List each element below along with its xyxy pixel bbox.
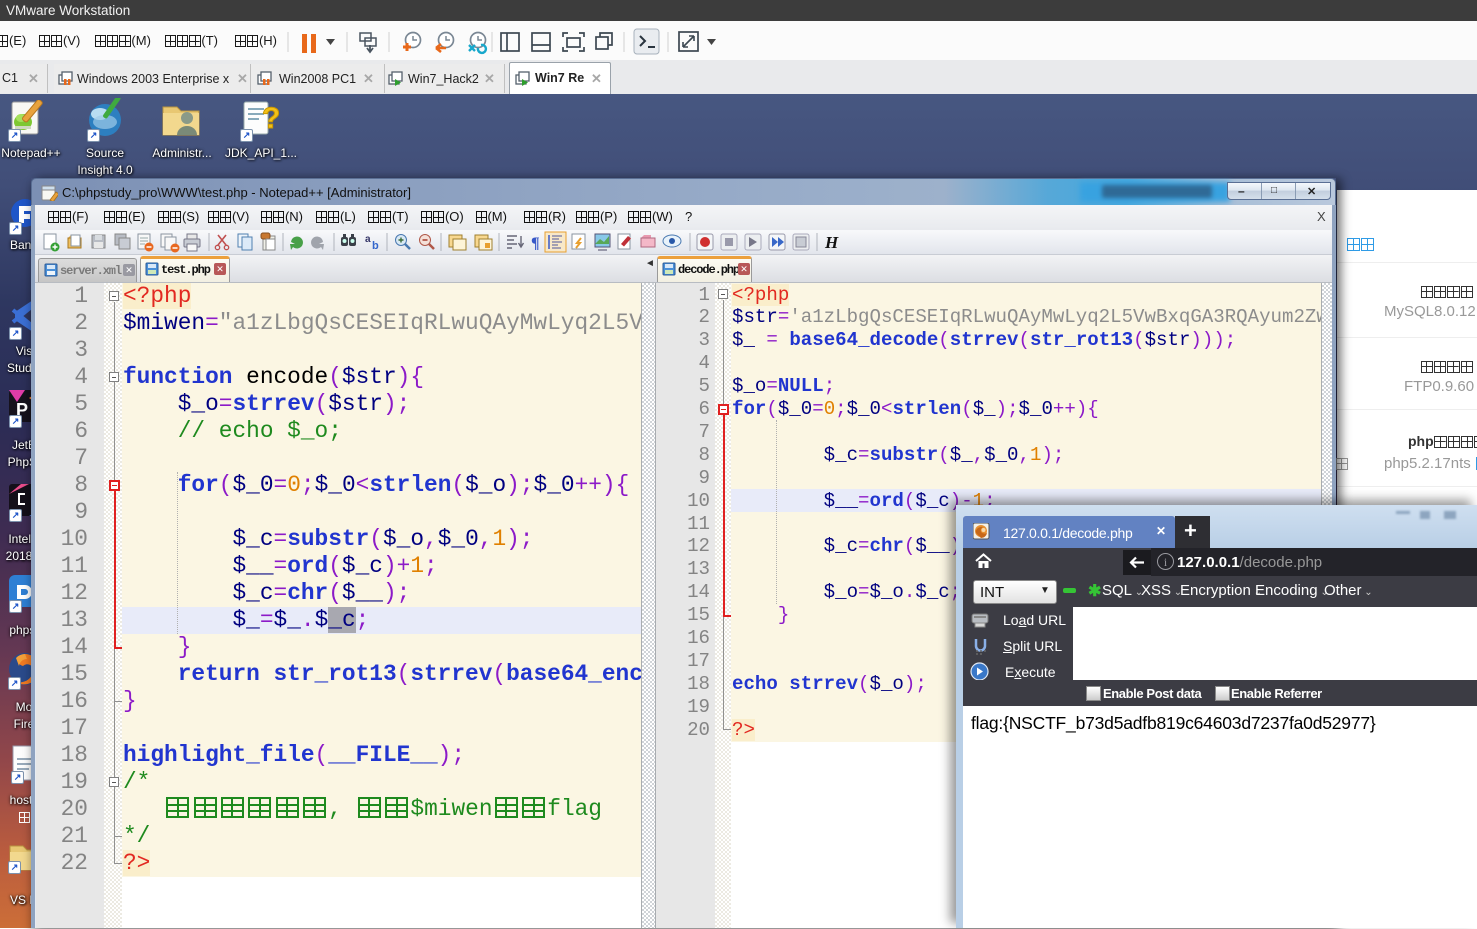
svg-text:H: H — [824, 233, 839, 252]
svg-text:¶: ¶ — [531, 235, 540, 252]
svg-text:b: b — [372, 240, 379, 252]
svg-text:?: ? — [262, 102, 280, 135]
svg-text:a: a — [365, 234, 371, 245]
